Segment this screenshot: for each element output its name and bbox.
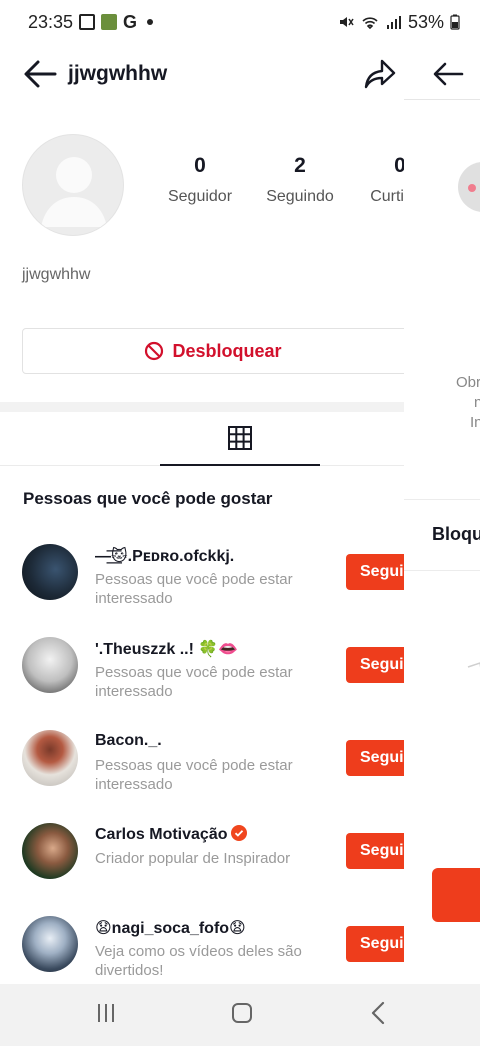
minecraft-notification-icon (101, 14, 118, 30)
overlay-text-line-2: n (474, 394, 480, 411)
share-arrow-icon (364, 59, 396, 89)
overlay-panel: Obr n In Bloqu (404, 44, 480, 984)
stat-followers-value: 0 (194, 154, 206, 177)
more-notifications-icon (147, 19, 154, 25)
grid-icon (228, 426, 252, 450)
tab-videos-grid[interactable] (160, 412, 320, 466)
list-item[interactable]: 😧nagi_soca_fofo😧 Veja como os vídeos del… (0, 904, 404, 984)
suggestion-name[interactable]: '.Theuszzk ..! 🍀👄 (95, 639, 238, 659)
avatar[interactable] (22, 544, 78, 600)
g-notification-label: G (123, 11, 138, 32)
verified-badge-icon (231, 825, 248, 841)
follow-button[interactable]: Seguir (346, 740, 404, 776)
battery-percent: 53% (407, 11, 444, 32)
back-button[interactable] (20, 54, 60, 94)
suggestion-description: Pessoas que você pode estar interessado (95, 571, 293, 607)
stat-followers-label: Seguidor (167, 188, 233, 205)
follow-button[interactable]: Seguir (346, 926, 404, 962)
stat-likes[interactable]: 0 Curtidas (350, 154, 404, 206)
stat-following-label: Seguindo (266, 188, 334, 205)
suggestion-name-text: Carlos Motivação (95, 826, 228, 843)
wifi-icon (362, 17, 378, 30)
overlay-divider (404, 499, 480, 500)
stat-followers[interactable]: 0 Seguidor (150, 154, 250, 206)
list-item[interactable]: —͟͞🐱.Pᴇᴅʀᴏ.ofckkj. Pessoas que você pode… (0, 532, 404, 625)
list-item[interactable]: Carlos Motivação Criador popular de Insp… (0, 811, 404, 904)
stat-likes-label: Curtidas (370, 188, 404, 205)
avatar (22, 134, 124, 236)
suggestions-list: —͟͞🐱.Pᴇᴅʀᴏ.ofckkj. Pessoas que você pode… (0, 532, 404, 984)
follow-button[interactable]: Seguir (346, 833, 404, 869)
suggestion-description: Veja como os vídeos deles são divertidos… (95, 943, 302, 979)
share-button[interactable] (360, 54, 400, 94)
unblock-label: Desbloquear (172, 340, 282, 361)
avatar[interactable] (22, 730, 78, 786)
suggestion-description: Pessoas que você pode estar interessado (95, 757, 293, 793)
default-avatar-icon (41, 157, 107, 227)
suggestions-title: Pessoas que você pode gostar (23, 489, 273, 508)
overlay-text-line-3: In (470, 414, 480, 431)
profile-username: jjwgwhhw (22, 266, 91, 283)
overlay-text-line-1: Obr (456, 374, 480, 391)
suggestion-name[interactable]: —͟͞🐱.Pᴇᴅʀᴏ.ofckkj. (95, 546, 234, 566)
follow-button[interactable]: Seguir (346, 554, 404, 590)
list-item[interactable]: '.Theuszzk ..! 🍀👄 Pessoas que você pode … (0, 625, 404, 718)
profile-info: 0 Seguidor 2 Seguindo 0 Curtidas (0, 104, 404, 254)
suggestion-name[interactable]: Carlos Motivação (95, 825, 248, 844)
battery-icon (450, 14, 460, 30)
overlay-avatar-dot-icon (468, 184, 476, 192)
overlay-action-button[interactable] (432, 868, 480, 922)
suggestion-name[interactable]: 😧nagi_soca_fofo😧 (95, 918, 246, 938)
unblock-button[interactable]: Desbloquear (22, 328, 404, 374)
overlay-outline-icon (467, 662, 480, 668)
avatar[interactable] (22, 637, 78, 693)
content-tabs (0, 412, 404, 466)
avatar[interactable] (22, 916, 78, 972)
profile-panel: jjwgwhhw 0 Seguidor 2 Seguindo 0 Curtida… (0, 44, 404, 984)
overlay-divider (404, 570, 480, 571)
profile-header: jjwgwhhw (0, 44, 404, 104)
checkbox-notification-icon (79, 14, 96, 30)
suggestion-name[interactable]: Bacon._. (95, 732, 162, 750)
back-nav-icon[interactable] (368, 1000, 390, 1026)
profile-stats: 0 Seguidor 2 Seguindo 0 Curtidas (150, 154, 404, 206)
block-icon (145, 341, 164, 361)
list-item[interactable]: Bacon._. Pessoas que você pode estar int… (0, 718, 404, 811)
mute-icon (339, 17, 354, 27)
stat-following[interactable]: 2 Seguindo (250, 154, 350, 206)
status-bar: 23:35 G 53% (0, 0, 480, 44)
overlay-back-button[interactable] (428, 54, 468, 94)
section-divider (0, 402, 404, 412)
system-navigation-bar (0, 984, 480, 1046)
avatar[interactable] (22, 823, 78, 879)
overlay-header-divider (404, 99, 480, 100)
stat-following-value: 2 (294, 154, 306, 177)
follow-button[interactable]: Seguir (346, 647, 404, 683)
signal-icon (386, 16, 401, 29)
home-button[interactable] (232, 1003, 252, 1023)
status-time: 23:35 (28, 11, 74, 32)
overlay-block-label[interactable]: Bloqu (432, 524, 480, 545)
suggestion-description: Criador popular de Inspirador (95, 850, 291, 867)
page-title: jjwgwhhw (68, 62, 168, 85)
stat-likes-value: 0 (394, 154, 404, 177)
suggestion-description: Pessoas que você pode estar interessado (95, 664, 293, 700)
arrow-left-icon (24, 60, 57, 88)
arrow-left-icon (433, 62, 464, 86)
recent-apps-button[interactable] (98, 1004, 120, 1024)
